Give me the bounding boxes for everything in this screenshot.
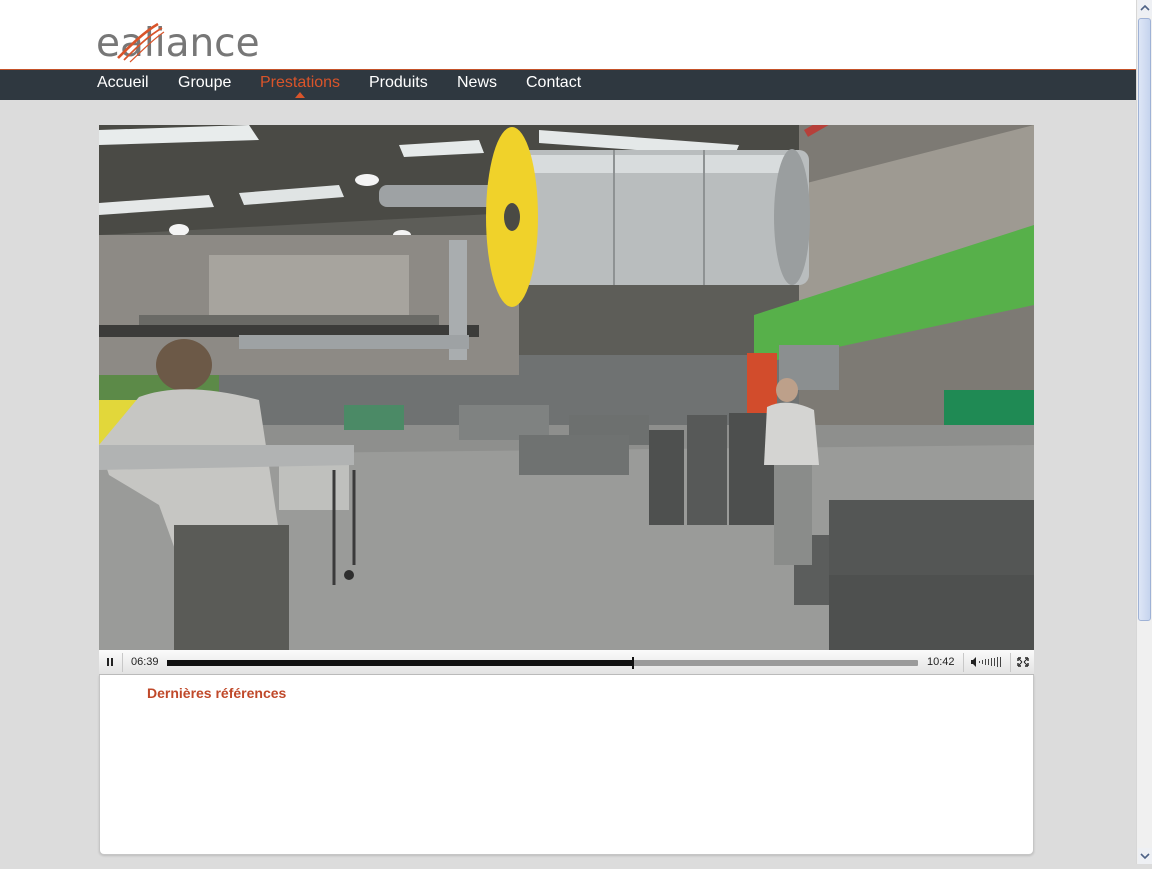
nav-item-news[interactable]: News [457, 74, 497, 92]
nav-item-produits[interactable]: Produits [369, 74, 428, 92]
duration-time: 10:42 [927, 656, 955, 668]
volume-icon [971, 657, 1001, 667]
active-nav-indicator [295, 92, 305, 98]
seek-bar-played [167, 660, 634, 666]
pause-button[interactable] [99, 650, 121, 674]
nav-item-prestations[interactable]: Prestations [260, 74, 340, 92]
logo-swoosh-icon [117, 22, 165, 63]
scroll-down-button[interactable] [1138, 848, 1152, 864]
nav-item-groupe[interactable]: Groupe [178, 74, 231, 92]
scroll-up-button[interactable] [1138, 0, 1152, 16]
current-time: 06:39 [131, 656, 159, 668]
brand-logo[interactable]: ealiance [96, 20, 266, 68]
volume-control[interactable] [965, 650, 1009, 674]
site-header: ealiance [0, 0, 1136, 70]
nav-item-contact[interactable]: Contact [526, 74, 581, 92]
pause-icon [107, 658, 113, 666]
main-navigation: Accueil Groupe Prestations Produits News… [0, 69, 1136, 100]
chevron-down-icon [1140, 853, 1150, 860]
references-panel: Dernières références [99, 675, 1034, 855]
seek-bar[interactable] [167, 657, 918, 669]
video-frame-image [99, 125, 1034, 650]
seek-handle[interactable] [632, 657, 635, 669]
fullscreen-icon [1017, 657, 1029, 667]
scroll-thumb[interactable] [1138, 18, 1151, 621]
video-player[interactable] [99, 125, 1034, 650]
video-controls: 06:39 10:42 [99, 650, 1034, 675]
chevron-up-icon [1140, 4, 1150, 11]
vertical-scrollbar[interactable] [1136, 0, 1152, 864]
control-divider [963, 653, 964, 672]
fullscreen-button[interactable] [1012, 650, 1034, 674]
section-title: Dernières références [147, 685, 287, 701]
control-divider [1010, 653, 1011, 672]
nav-item-accueil[interactable]: Accueil [97, 74, 149, 92]
control-divider [122, 653, 123, 672]
